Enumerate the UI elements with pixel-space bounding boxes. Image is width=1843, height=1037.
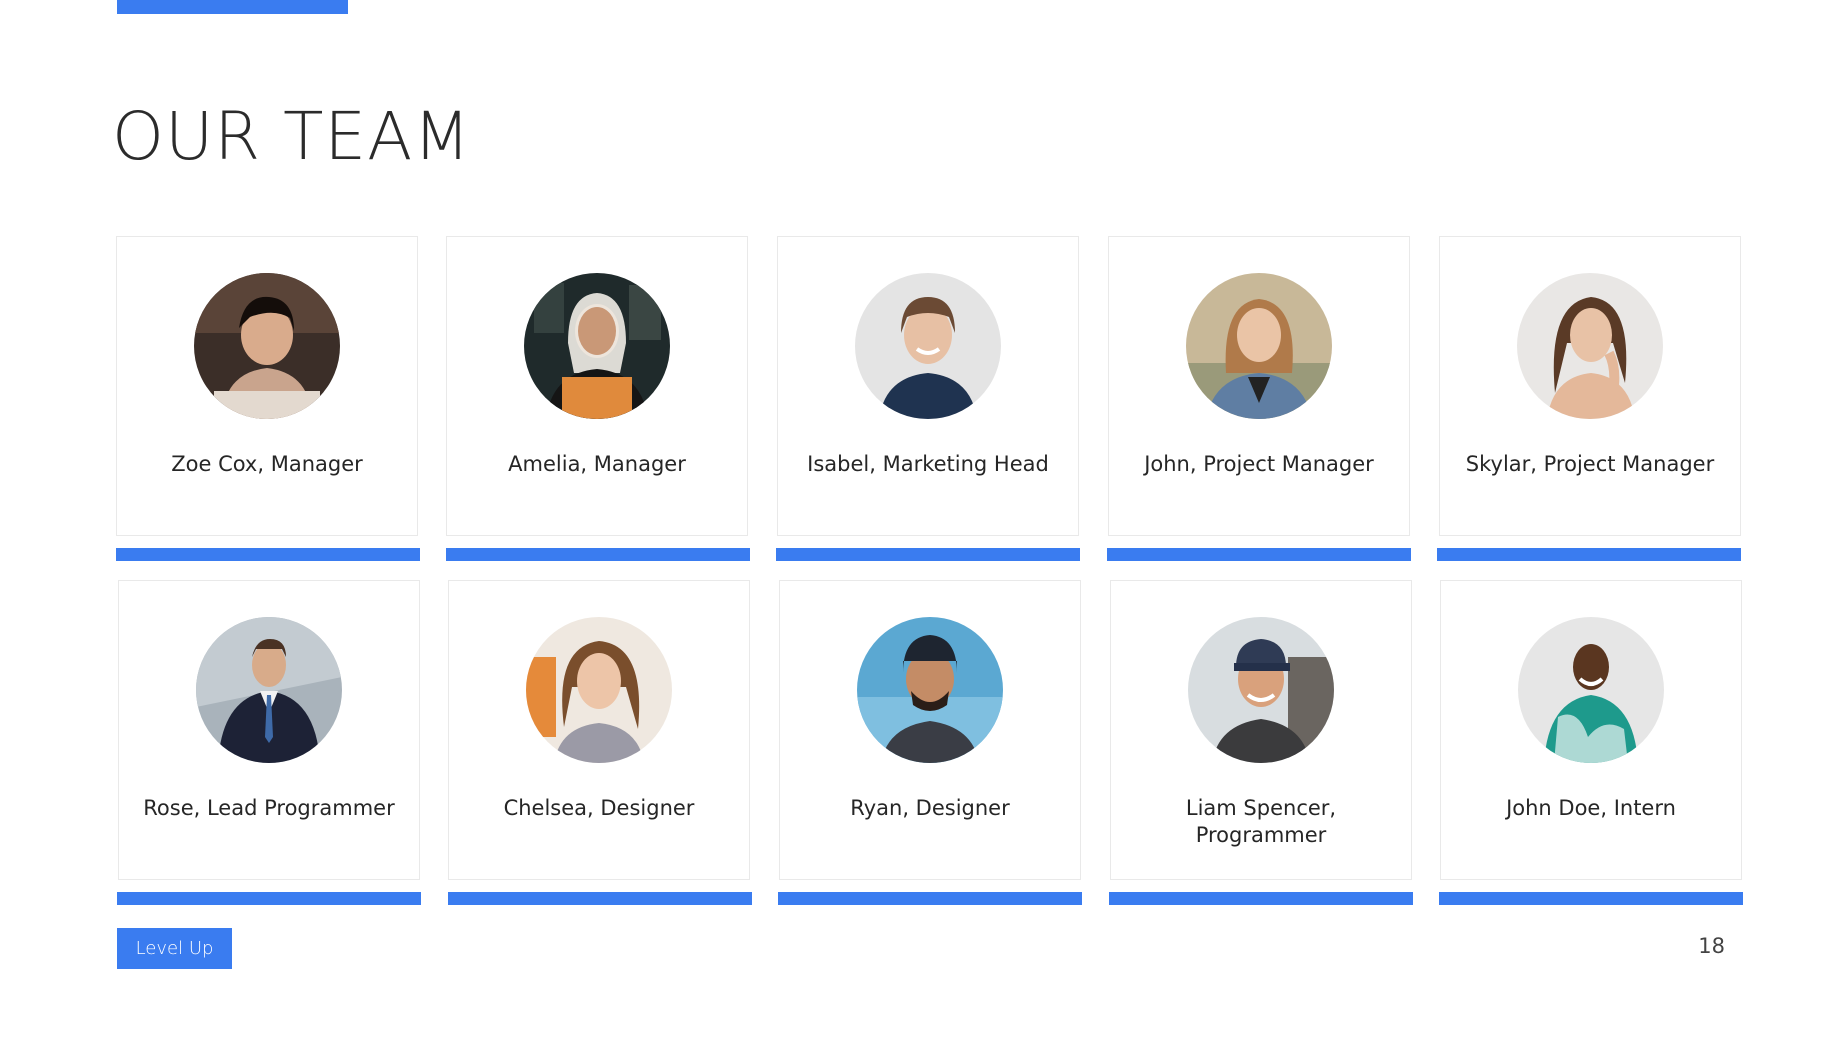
page-title: OUR TEAM [112,98,472,175]
team-card: Skylar, Project Manager [1439,236,1741,536]
team-card: Isabel, Marketing Head [777,236,1079,536]
team-card: Rose, Lead Programmer [118,580,420,880]
footer-label: Level Up [117,928,232,969]
card-accent-bar [1439,892,1743,905]
team-card: Chelsea, Designer [448,580,750,880]
card-accent-bar [776,548,1080,561]
team-member-photo [1517,273,1663,419]
team-member-photo [526,617,672,763]
card-accent-bar [778,892,1082,905]
team-member-photo [194,273,340,419]
card-accent-bar [446,548,750,561]
card-accent-bar [1437,548,1741,561]
team-member-photo [857,617,1003,763]
page-number: 18 [1698,934,1725,958]
team-member-photo [1186,273,1332,419]
team-member-name: Isabel, Marketing Head [807,452,1049,476]
team-member-name: Rose, Lead Programmer [143,796,395,820]
card-accent-bar [1109,892,1413,905]
team-member-photo [524,273,670,419]
card-accent-bar [117,892,421,905]
top-accent-bar [117,0,348,14]
team-member-photo [1518,617,1664,763]
team-member-name: Amelia, Manager [508,452,686,476]
team-member-name: Chelsea, Designer [503,796,695,820]
team-card: Zoe Cox, Manager [116,236,418,536]
team-card: John Doe, Intern [1440,580,1742,880]
team-card: Liam Spencer, Programmer [1110,580,1412,880]
team-card: John, Project Manager [1108,236,1410,536]
team-card: Amelia, Manager [446,236,748,536]
team-member-name: Liam Spencer, Programmer [1185,796,1337,847]
team-member-name: John Doe, Intern [1506,796,1676,820]
team-member-name: Skylar, Project Manager [1465,452,1715,476]
team-member-photo [855,273,1001,419]
card-accent-bar [448,892,752,905]
team-card: Ryan, Designer [779,580,1081,880]
team-member-photo [1188,617,1334,763]
team-member-name: Zoe Cox, Manager [171,452,363,476]
card-accent-bar [116,548,420,561]
card-accent-bar [1107,548,1411,561]
team-member-name: John, Project Manager [1144,452,1374,476]
team-member-photo [196,617,342,763]
team-member-name: Ryan, Designer [850,796,1010,820]
